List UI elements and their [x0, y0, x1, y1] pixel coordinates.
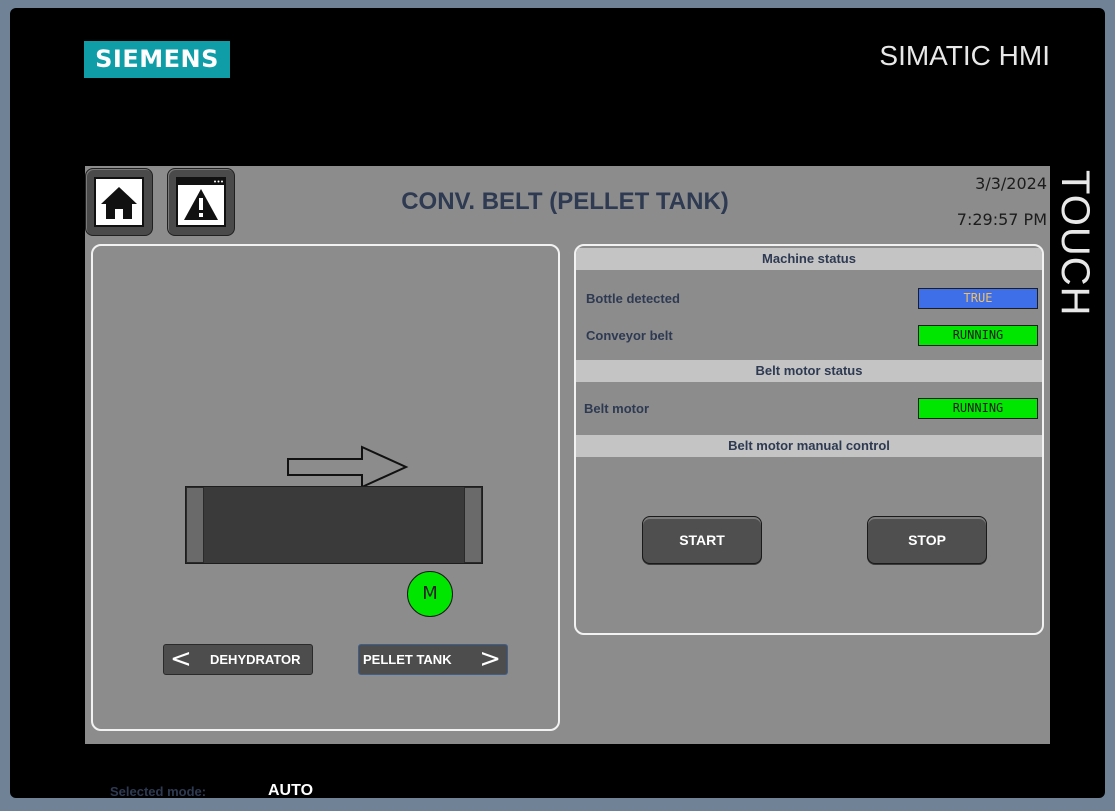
stop-button[interactable]: STOP — [867, 516, 987, 564]
bottle-detected-status: TRUE — [918, 288, 1038, 309]
touch-label: TOUCH — [1053, 170, 1097, 317]
conveyor-panel: M < DEHYDRATOR PELLET TANK > Selected mo… — [91, 244, 560, 799]
conveyor-belt — [185, 486, 483, 564]
selected-mode-value: AUTO — [268, 782, 314, 799]
belt-motor-indicator: M — [407, 571, 453, 617]
conveyor-belt-status: RUNNING — [918, 325, 1038, 346]
direction-arrow-icon — [287, 445, 409, 489]
start-button[interactable]: START — [642, 516, 762, 564]
page-title: CONV. BELT (PELLET TANK) — [401, 188, 729, 215]
date-display: 3/3/2024 — [975, 174, 1047, 193]
alarm-warning-icon — [176, 177, 226, 227]
belt-roller-right — [464, 487, 482, 563]
machine-status-panel: Machine status Bottle detected TRUE Conv… — [574, 244, 1044, 635]
home-button[interactable] — [85, 168, 153, 236]
home-icon — [94, 177, 144, 227]
bottle-detected-label: Bottle detected — [586, 291, 680, 306]
pellet-tank-nav-label: PELLET TANK — [363, 652, 452, 667]
selected-mode-label: Selected mode: — [110, 784, 207, 799]
belt-motor-status: RUNNING — [918, 398, 1038, 419]
hmi-brand-title: SIMATIC HMI — [879, 40, 1050, 71]
chevron-right-icon: > — [479, 644, 501, 674]
alarm-view-button[interactable] — [167, 168, 235, 236]
belt-motor-label: Belt motor — [584, 401, 649, 416]
machine-status-header: Machine status — [576, 248, 1042, 270]
manual-control-header: Belt motor manual control — [576, 435, 1042, 457]
dehydrator-nav-label: DEHYDRATOR — [210, 652, 301, 667]
conveyor-belt-label: Conveyor belt — [586, 328, 673, 343]
pellet-tank-nav-button[interactable]: PELLET TANK > — [358, 644, 508, 675]
time-display: 7:29:57 PM — [956, 210, 1047, 229]
siemens-logo: SIEMENS — [84, 41, 230, 78]
hmi-screen: CONV. BELT (PELLET TANK) 3/3/2024 7:29:5… — [85, 166, 1050, 799]
chevron-left-icon: < — [170, 644, 192, 674]
belt-roller-left — [186, 487, 204, 563]
belt-motor-status-header: Belt motor status — [576, 360, 1042, 382]
dehydrator-nav-button[interactable]: < DEHYDRATOR — [163, 644, 313, 675]
